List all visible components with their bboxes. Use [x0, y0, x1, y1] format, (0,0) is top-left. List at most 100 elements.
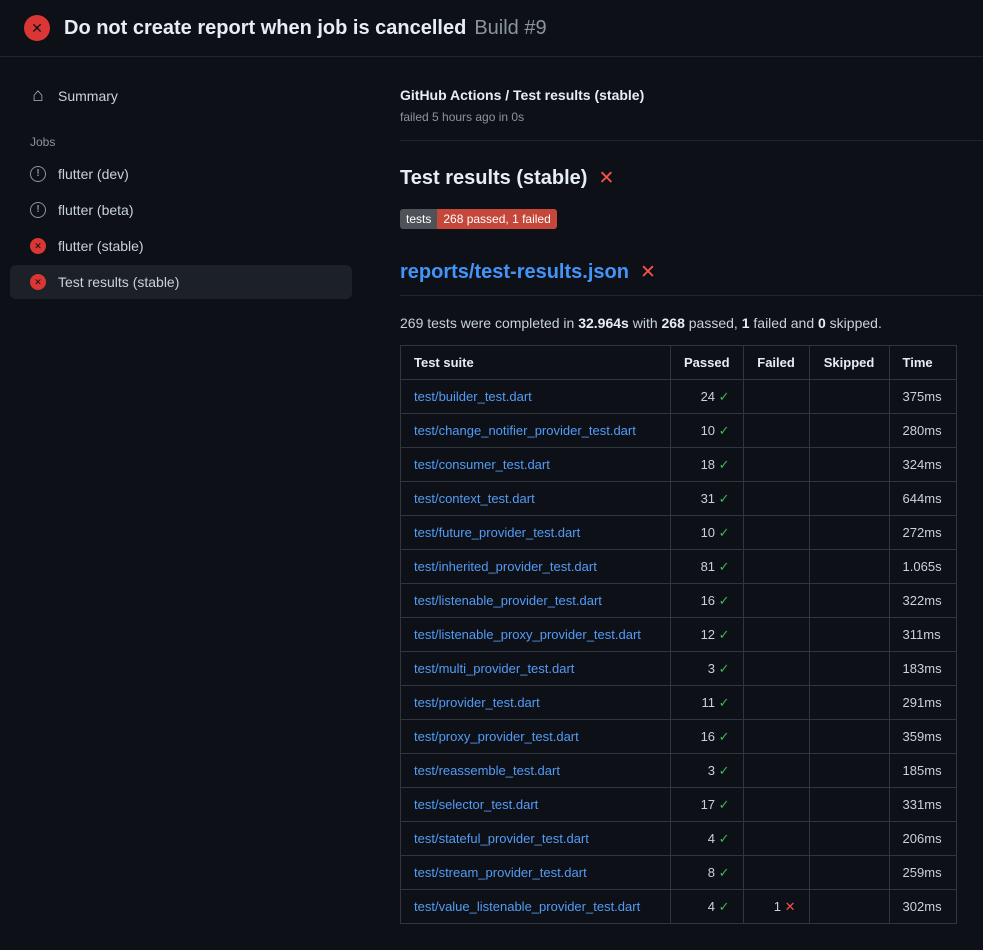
test-suite-link[interactable]: test/stateful_provider_test.dart: [414, 831, 589, 846]
failed-cell: [743, 788, 809, 822]
failed-cell: [743, 652, 809, 686]
main-content: GitHub Actions / Test results (stable) f…: [400, 57, 983, 924]
report-heading: reports/test-results.json ✕: [400, 261, 983, 296]
time-cell: 1.065s: [889, 550, 956, 584]
report-file-link[interactable]: reports/test-results.json: [400, 261, 629, 284]
column-header-time: Time: [889, 346, 956, 380]
time-cell: 280ms: [889, 414, 956, 448]
test-suite-link[interactable]: test/future_provider_test.dart: [414, 525, 580, 540]
failed-cell: [743, 482, 809, 516]
time-cell: 291ms: [889, 686, 956, 720]
jobs-section-label: Jobs: [30, 135, 352, 149]
sidebar-item-summary[interactable]: ⌂ Summary: [10, 79, 352, 113]
test-suite-link[interactable]: test/provider_test.dart: [414, 695, 540, 710]
test-suite-link[interactable]: test/change_notifier_provider_test.dart: [414, 423, 636, 438]
table-row: test/stream_provider_test.dart 8 ✓ 259ms: [401, 856, 957, 890]
passed-cell: 17 ✓: [671, 788, 744, 822]
passed-cell: 81 ✓: [671, 550, 744, 584]
test-suite-link[interactable]: test/multi_provider_test.dart: [414, 661, 574, 676]
sidebar-item-label: flutter (beta): [58, 202, 133, 218]
sidebar-item-label: Test results (stable): [58, 274, 179, 290]
test-suite-link[interactable]: test/selector_test.dart: [414, 797, 538, 812]
summary-text: 269 tests were completed in 32.964s with…: [400, 315, 983, 331]
results-table: Test suite Passed Failed Skipped Time te…: [400, 345, 957, 924]
check-icon: ✓: [719, 491, 730, 506]
table-row: test/inherited_provider_test.dart 81 ✓ 1.0…: [401, 550, 957, 584]
breadcrumb: GitHub Actions / Test results (stable): [400, 87, 983, 103]
table-row: test/selector_test.dart17 ✓331ms: [401, 788, 957, 822]
check-icon: ✓: [719, 763, 730, 778]
passed-cell: 8 ✓: [671, 856, 744, 890]
sidebar-item-flutter-beta[interactable]: ! flutter (beta): [10, 193, 352, 227]
build-number: Build #9: [474, 17, 546, 40]
test-suite-cell: test/listenable_proxy_provider_test.dart: [401, 618, 671, 652]
table-row: test/multi_provider_test.dart3 ✓183ms: [401, 652, 957, 686]
table-row: test/reassemble_test.dart3 ✓185ms: [401, 754, 957, 788]
test-suite-cell: test/value_listenable_provider_test.dart: [401, 890, 671, 924]
table-row: test/consumer_test.dart18 ✓324ms: [401, 448, 957, 482]
column-header-test-suite: Test suite: [401, 346, 671, 380]
passed-cell: 24 ✓: [671, 380, 744, 414]
check-icon: ✓: [719, 865, 730, 880]
skipped-cell: [809, 720, 889, 754]
column-header-skipped: Skipped: [809, 346, 889, 380]
failed-cell: [743, 856, 809, 890]
test-suite-link[interactable]: test/context_test.dart: [414, 491, 535, 506]
test-suite-cell: test/inherited_provider_test.dart: [401, 550, 671, 584]
sidebar-item-label: flutter (dev): [58, 166, 129, 182]
check-icon: ✓: [719, 559, 730, 574]
test-suite-cell: test/multi_provider_test.dart: [401, 652, 671, 686]
test-suite-cell: test/context_test.dart: [401, 482, 671, 516]
test-suite-link[interactable]: test/builder_test.dart: [414, 389, 532, 404]
sidebar-item-flutter-dev[interactable]: ! flutter (dev): [10, 157, 352, 191]
sidebar-item-label: Summary: [58, 88, 118, 104]
test-suite-link[interactable]: test/stream_provider_test.dart: [414, 865, 587, 880]
passed-cell: 10 ✓: [671, 516, 744, 550]
page-title: Do not create report when job is cancell…: [64, 17, 466, 40]
badge-label: tests: [400, 209, 437, 229]
x-icon: ✕: [785, 899, 796, 914]
test-suite-link[interactable]: test/consumer_test.dart: [414, 457, 550, 472]
table-row: test/context_test.dart31 ✓644ms: [401, 482, 957, 516]
badge-value: 268 passed, 1 failed: [437, 209, 556, 229]
skipped-cell: [809, 380, 889, 414]
test-suite-link[interactable]: test/inherited_provider_test.dart: [414, 559, 597, 574]
time-cell: 324ms: [889, 448, 956, 482]
check-icon: ✓: [719, 899, 730, 914]
failed-status-icon: ✕: [24, 15, 50, 41]
passed-cell: 11 ✓: [671, 686, 744, 720]
exclamation-circle-icon: !: [30, 166, 46, 182]
skipped-cell: [809, 788, 889, 822]
test-suite-link[interactable]: test/reassemble_test.dart: [414, 763, 560, 778]
test-suite-link[interactable]: test/proxy_provider_test.dart: [414, 729, 579, 744]
time-cell: 322ms: [889, 584, 956, 618]
skipped-cell: [809, 856, 889, 890]
time-cell: 375ms: [889, 380, 956, 414]
check-icon: ✓: [719, 457, 730, 472]
test-suite-cell: test/stream_provider_test.dart: [401, 856, 671, 890]
section-title: Test results (stable): [400, 167, 587, 190]
passed-cell: 3 ✓: [671, 652, 744, 686]
test-suite-link[interactable]: test/listenable_provider_test.dart: [414, 593, 602, 608]
table-row: test/listenable_provider_test.dart16 ✓32…: [401, 584, 957, 618]
passed-cell: 10 ✓: [671, 414, 744, 448]
x-circle-icon: ✕: [30, 238, 46, 254]
failed-cell: [743, 754, 809, 788]
check-icon: ✓: [719, 831, 730, 846]
test-suite-cell: test/consumer_test.dart: [401, 448, 671, 482]
test-suite-link[interactable]: test/value_listenable_provider_test.dart: [414, 899, 640, 914]
sidebar-item-test-results-stable[interactable]: ✕ Test results (stable): [10, 265, 352, 299]
passed-cell: 31 ✓: [671, 482, 744, 516]
page-title-group: Do not create report when job is cancell…: [64, 17, 547, 40]
sidebar-item-flutter-stable[interactable]: ✕ flutter (stable): [10, 229, 352, 263]
test-suite-cell: test/stateful_provider_test.dart: [401, 822, 671, 856]
check-icon: ✓: [719, 627, 730, 642]
test-suite-link[interactable]: test/listenable_proxy_provider_test.dart: [414, 627, 641, 642]
time-cell: 259ms: [889, 856, 956, 890]
exclamation-circle-icon: !: [30, 202, 46, 218]
page-body: ⌂ Summary Jobs ! flutter (dev) ! flutter…: [0, 57, 983, 924]
skipped-cell: [809, 822, 889, 856]
table-row: test/value_listenable_provider_test.dart…: [401, 890, 957, 924]
failed-cell: [743, 686, 809, 720]
passed-cell: 16 ✓: [671, 720, 744, 754]
